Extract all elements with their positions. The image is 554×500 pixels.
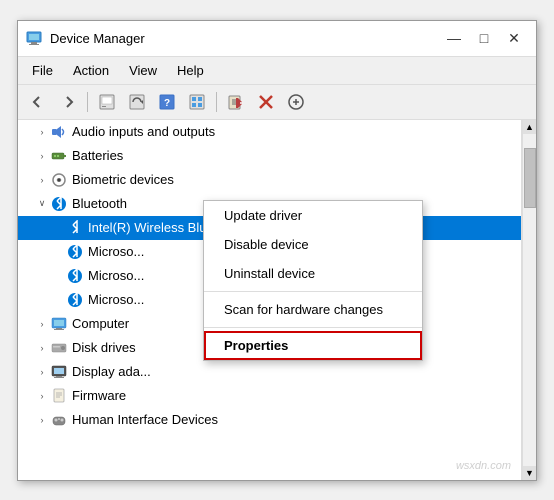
toolbar-separator-1 xyxy=(87,92,88,112)
close-button[interactable]: ✕ xyxy=(500,26,528,50)
menu-bar: File Action View Help xyxy=(18,57,536,85)
ctx-uninstall-device[interactable]: Uninstall device xyxy=(204,259,422,288)
expand-icon: › xyxy=(34,367,50,377)
menu-action[interactable]: Action xyxy=(63,59,119,82)
tree-item-display[interactable]: › Display ada... xyxy=(18,360,521,384)
delete-button[interactable] xyxy=(252,89,280,115)
back-button[interactable] xyxy=(24,89,52,115)
ctx-properties[interactable]: Properties xyxy=(204,331,422,360)
scan-button[interactable] xyxy=(222,89,250,115)
ctx-separator-2 xyxy=(204,327,422,328)
forward-button[interactable] xyxy=(54,89,82,115)
computer-icon xyxy=(50,315,68,333)
device-manager-window: Device Manager — □ ✕ File Action View He… xyxy=(17,20,537,481)
ms2-label: Microso... xyxy=(88,268,144,283)
tree-item-batteries[interactable]: › Batteries xyxy=(18,144,521,168)
ctx-separator-1 xyxy=(204,291,422,292)
tree-item-firmware[interactable]: › Firmware xyxy=(18,384,521,408)
ms3-label: Microso... xyxy=(88,292,144,307)
toolbar-separator-2 xyxy=(216,92,217,112)
ms3-icon xyxy=(66,291,84,309)
window-controls: — □ ✕ xyxy=(440,26,528,50)
ms2-icon xyxy=(66,267,84,285)
ms1-icon xyxy=(66,243,84,261)
expand-icon: › xyxy=(34,415,50,425)
menu-file[interactable]: File xyxy=(22,59,63,82)
expand-icon: › xyxy=(34,391,50,401)
ctx-disable-device[interactable]: Disable device xyxy=(204,230,422,259)
minimize-button[interactable]: — xyxy=(440,26,468,50)
expand-icon: › xyxy=(34,175,50,185)
hid-icon xyxy=(50,411,68,429)
menu-help[interactable]: Help xyxy=(167,59,214,82)
svg-text:?: ? xyxy=(164,98,170,109)
title-bar: Device Manager — □ ✕ xyxy=(18,21,536,57)
firmware-icon xyxy=(50,387,68,405)
menu-view[interactable]: View xyxy=(119,59,167,82)
add-button[interactable] xyxy=(282,89,310,115)
computer-label: Computer xyxy=(72,316,129,331)
context-menu: Update driver Disable device Uninstall d… xyxy=(203,200,423,361)
ctx-scan-hardware[interactable]: Scan for hardware changes xyxy=(204,295,422,324)
biometric-label: Biometric devices xyxy=(72,172,174,187)
bluetooth-icon xyxy=(50,195,68,213)
audio-label: Audio inputs and outputs xyxy=(72,124,215,139)
audio-icon xyxy=(50,123,68,141)
scrollbar[interactable]: ▲ ▼ xyxy=(522,120,536,480)
scrollbar-up[interactable]: ▲ xyxy=(523,120,536,134)
display-icon xyxy=(50,363,68,381)
properties-toolbar-button[interactable] xyxy=(93,89,121,115)
bluetooth-label: Bluetooth xyxy=(72,196,127,211)
help-button[interactable]: ? xyxy=(153,89,181,115)
batteries-icon xyxy=(50,147,68,165)
batteries-label: Batteries xyxy=(72,148,123,163)
window-title: Device Manager xyxy=(50,31,440,46)
scrollbar-down[interactable]: ▼ xyxy=(523,466,536,480)
tree-item-biometric[interactable]: › Biometric devices xyxy=(18,168,521,192)
expand-icon: › xyxy=(34,127,50,137)
toolbar: ? xyxy=(18,85,536,120)
expand-icon: ∨ xyxy=(34,198,50,209)
ms1-label: Microso... xyxy=(88,244,144,259)
refresh-button[interactable] xyxy=(123,89,151,115)
tree-item-audio[interactable]: › Audio inputs and outputs xyxy=(18,120,521,144)
expand-icon: › xyxy=(34,151,50,161)
hid-label: Human Interface Devices xyxy=(72,412,218,427)
content-area: › Audio inputs and outputs › xyxy=(18,120,536,480)
disk-icon xyxy=(50,339,68,357)
intel-bt-icon xyxy=(66,219,84,237)
firmware-label: Firmware xyxy=(72,388,126,403)
biometric-icon xyxy=(50,171,68,189)
watermark: wsxdn.com xyxy=(456,460,511,472)
expand-icon: › xyxy=(34,343,50,353)
maximize-button[interactable]: □ xyxy=(470,26,498,50)
expand-icon: › xyxy=(34,319,50,329)
view-button[interactable] xyxy=(183,89,211,115)
scrollbar-thumb[interactable] xyxy=(524,148,536,208)
window-icon xyxy=(26,30,42,46)
ctx-update-driver[interactable]: Update driver xyxy=(204,201,422,230)
tree-item-hid[interactable]: › Human Interface Devices xyxy=(18,408,521,432)
display-label: Display ada... xyxy=(72,364,151,379)
disk-label: Disk drives xyxy=(72,340,136,355)
device-tree[interactable]: › Audio inputs and outputs › xyxy=(18,120,522,480)
